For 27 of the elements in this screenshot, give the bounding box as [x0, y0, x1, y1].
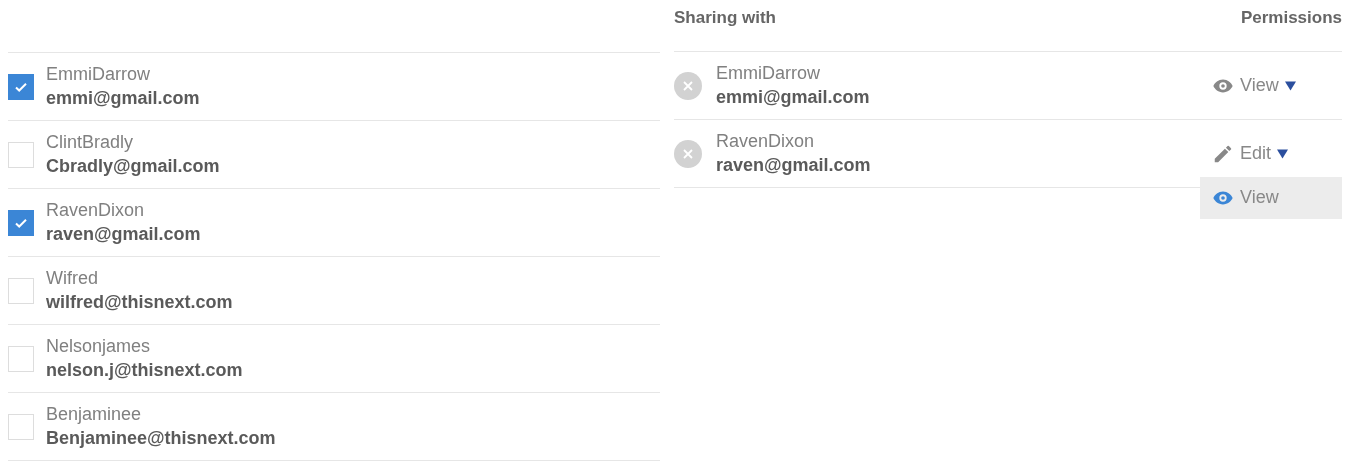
person-email: raven@gmail.com	[716, 155, 871, 176]
caret-icon	[1284, 80, 1296, 91]
contact-name: Nelsonjames	[46, 336, 152, 357]
contact-name: Wifred	[46, 268, 99, 289]
contact-name: RavenDixon	[46, 200, 146, 221]
contact-email: nelson.j@thisnext.com	[46, 360, 243, 381]
permission-dropdown[interactable]: Edit	[1200, 138, 1301, 169]
menu-item[interactable]: View	[1200, 182, 1291, 213]
person-name: EmmiDarrow	[716, 63, 821, 84]
checkbox[interactable]	[8, 209, 34, 236]
permission-dropdown[interactable]: View	[1200, 70, 1308, 101]
contact-name: Benjaminee	[46, 404, 143, 425]
remove-icon[interactable]	[674, 139, 702, 168]
sharing-heading: Sharing with	[674, 8, 776, 28]
contact-name: ClintBradly	[46, 132, 135, 153]
permissions-heading: Permissions	[1240, 8, 1342, 28]
remove-icon[interactable]	[674, 71, 702, 100]
contact-email: raven@gmail.com	[46, 224, 201, 245]
contact-email: wilfred@thisnext.com	[46, 292, 233, 313]
person-email: emmi@gmail.com	[716, 87, 870, 108]
checkbox[interactable]	[8, 73, 34, 100]
person-name: RavenDixon	[716, 131, 816, 152]
contact-name: EmmiDarrow	[46, 64, 151, 85]
caret-icon	[1277, 148, 1289, 159]
contact-email: Cbradly@gmail.com	[46, 156, 220, 177]
contact-email: Benjaminee@thisnext.com	[46, 428, 276, 449]
contact-email: emmi@gmail.com	[46, 88, 200, 109]
